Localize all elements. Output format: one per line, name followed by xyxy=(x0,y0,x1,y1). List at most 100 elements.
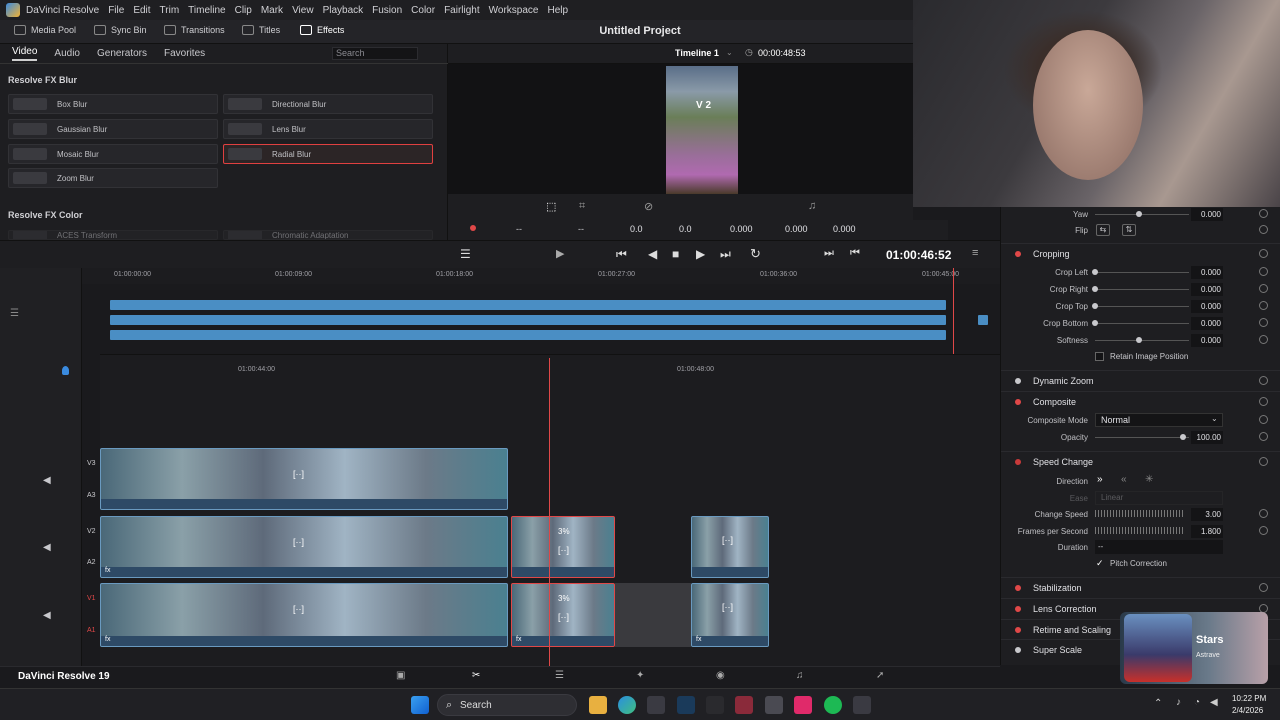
reset-icon[interactable] xyxy=(1259,583,1268,592)
menu-icon[interactable]: ≡ xyxy=(972,247,978,259)
crop-bottom-handle[interactable] xyxy=(1092,320,1098,326)
mini-clip-end[interactable] xyxy=(978,315,988,325)
menu-timeline[interactable]: Timeline xyxy=(188,5,225,16)
reverse-play-icon[interactable]: ◀ xyxy=(648,247,657,261)
library-search-input[interactable]: Search xyxy=(332,47,418,60)
tab-generators[interactable]: Generators xyxy=(97,48,147,59)
clip-v2-end[interactable]: [··] xyxy=(691,516,769,578)
stabilization-header[interactable]: Stabilization xyxy=(1001,577,1280,597)
upper-ruler[interactable]: 01:00:00:00 01:00:09:00 01:00:18:00 01:0… xyxy=(82,268,1000,284)
loop-cursor-icon[interactable]: ▶ xyxy=(556,247,564,260)
media-pool-button[interactable]: Media Pool xyxy=(14,25,76,35)
record-icon[interactable] xyxy=(470,225,476,231)
crop-bottom-value[interactable]: 0.000 xyxy=(1191,317,1223,330)
mini-playhead[interactable] xyxy=(953,268,954,354)
wifi-icon[interactable]: ◔ xyxy=(1194,697,1200,708)
microphone-icon[interactable]: ♪ xyxy=(1176,697,1181,708)
obs-icon[interactable] xyxy=(853,696,871,714)
softness-value[interactable]: 0.000 xyxy=(1191,334,1223,347)
chevron-down-icon[interactable]: ⌄ xyxy=(726,48,733,57)
enable-dot-icon[interactable] xyxy=(1015,606,1021,612)
stop-icon[interactable]: ■ xyxy=(672,247,679,261)
reset-icon[interactable] xyxy=(1259,509,1268,518)
forward-icon[interactable]: » xyxy=(1097,474,1103,485)
color-page-icon[interactable]: ◉ xyxy=(716,670,725,681)
clip-v3[interactable]: [··] xyxy=(100,448,508,510)
crop-right-handle[interactable] xyxy=(1092,286,1098,292)
clip-v2-speed[interactable]: 3% [··] xyxy=(511,516,615,578)
effect-directional-blur[interactable]: Directional Blur xyxy=(223,94,433,114)
composite-mode-select[interactable]: Normal xyxy=(1095,413,1223,427)
mini-clip-v1[interactable] xyxy=(110,330,946,340)
crop-right-value[interactable]: 0.000 xyxy=(1191,283,1223,296)
crop-icon[interactable]: ⌗ xyxy=(579,200,585,213)
menu-mark[interactable]: Mark xyxy=(261,5,283,16)
titles-button[interactable]: Titles xyxy=(242,25,280,35)
resolve-taskbar-icon[interactable] xyxy=(706,696,724,714)
effect-zoom-blur[interactable]: Zoom Blur xyxy=(8,168,218,188)
timeline-options-icon[interactable]: ☰ xyxy=(460,247,471,261)
menu-fairlight[interactable]: Fairlight xyxy=(444,5,480,16)
change-speed-slider[interactable] xyxy=(1095,510,1185,517)
reset-icon[interactable] xyxy=(1259,301,1268,310)
reverse-icon[interactable]: « xyxy=(1121,474,1127,485)
composite-header[interactable]: Composite xyxy=(1001,391,1280,411)
flip-horizontal-icon[interactable]: ⇆ xyxy=(1096,224,1110,236)
rotation-value[interactable]: 0.000 xyxy=(730,224,753,234)
taskbar-search[interactable]: ⌕ Search xyxy=(437,694,577,716)
enable-dot-icon[interactable] xyxy=(1015,459,1021,465)
menu-color[interactable]: Color xyxy=(411,5,435,16)
prev-edit-icon[interactable]: ⏮ xyxy=(850,247,860,260)
audio-speaker-icon[interactable]: ◀ xyxy=(43,475,51,486)
crop-bottom-slider[interactable] xyxy=(1095,323,1189,324)
edit-page-icon[interactable]: ☰ xyxy=(555,670,564,681)
play-icon[interactable]: ▶ xyxy=(696,247,705,261)
jump-end-icon[interactable]: ⏭ xyxy=(720,247,731,262)
fusion-page-icon[interactable]: ✦ xyxy=(636,670,644,681)
jump-start-icon[interactable]: ⏮ xyxy=(616,247,627,262)
yaw-slider[interactable] xyxy=(1095,214,1189,215)
discord-icon[interactable] xyxy=(765,696,783,714)
smart-reframe-icon[interactable]: ⊘ xyxy=(644,200,653,213)
reset-icon[interactable] xyxy=(1259,432,1268,441)
tab-favorites[interactable]: Favorites xyxy=(164,48,205,59)
tiktok-icon[interactable] xyxy=(794,696,812,714)
freeze-icon[interactable]: ✳ xyxy=(1145,474,1153,485)
reset-icon[interactable] xyxy=(1259,225,1268,234)
ease-select[interactable]: Linear xyxy=(1095,491,1223,505)
pitch-correction-checkbox[interactable]: ✓ xyxy=(1096,558,1104,569)
cut-page-icon[interactable]: ✂ xyxy=(472,670,480,681)
reset-icon[interactable] xyxy=(1259,457,1268,466)
chevron-up-icon[interactable]: ⌃ xyxy=(1154,698,1162,709)
deliver-page-icon[interactable]: ➚ xyxy=(876,670,884,681)
edge-icon[interactable] xyxy=(618,696,636,714)
menu-view[interactable]: View xyxy=(292,5,314,16)
tab-video[interactable]: Video xyxy=(12,46,38,61)
menu-help[interactable]: Help xyxy=(547,5,568,16)
crop-top-value[interactable]: 0.000 xyxy=(1191,300,1223,313)
menu-file[interactable]: File xyxy=(108,5,124,16)
crop-left-value[interactable]: 0.000 xyxy=(1191,266,1223,279)
clip-v2[interactable]: [··] fx xyxy=(100,516,508,578)
reset-icon[interactable] xyxy=(1259,415,1268,424)
viewer[interactable]: V 2 xyxy=(448,64,913,194)
flip-vertical-icon[interactable]: ⇅ xyxy=(1122,224,1136,236)
transitions-button[interactable]: Transitions xyxy=(164,25,225,35)
windows-start-icon[interactable] xyxy=(411,696,429,714)
effect-gaussian-blur[interactable]: Gaussian Blur xyxy=(8,119,218,139)
lower-ruler[interactable]: 01:00:44:00 01:00:48:00 xyxy=(100,354,1000,382)
opacity-slider[interactable] xyxy=(1095,437,1189,438)
crop-left-slider[interactable] xyxy=(1095,272,1189,273)
section-resolve-fx-color[interactable]: Resolve FX Color xyxy=(8,210,83,220)
duration-value[interactable]: -- xyxy=(1095,540,1223,554)
mini-clip-v3[interactable] xyxy=(110,300,946,310)
reset-icon[interactable] xyxy=(1259,209,1268,218)
menu-workspace[interactable]: Workspace xyxy=(489,5,539,16)
fairlight-page-icon[interactable]: ♫ xyxy=(796,670,804,681)
enable-dot-icon[interactable] xyxy=(1015,585,1021,591)
sync-bin-button[interactable]: Sync Bin xyxy=(94,25,147,35)
spotify-icon[interactable] xyxy=(824,696,842,714)
crop-top-slider[interactable] xyxy=(1095,306,1189,307)
yaw-slider-handle[interactable] xyxy=(1136,211,1142,217)
media-page-icon[interactable]: ▣ xyxy=(396,670,405,681)
